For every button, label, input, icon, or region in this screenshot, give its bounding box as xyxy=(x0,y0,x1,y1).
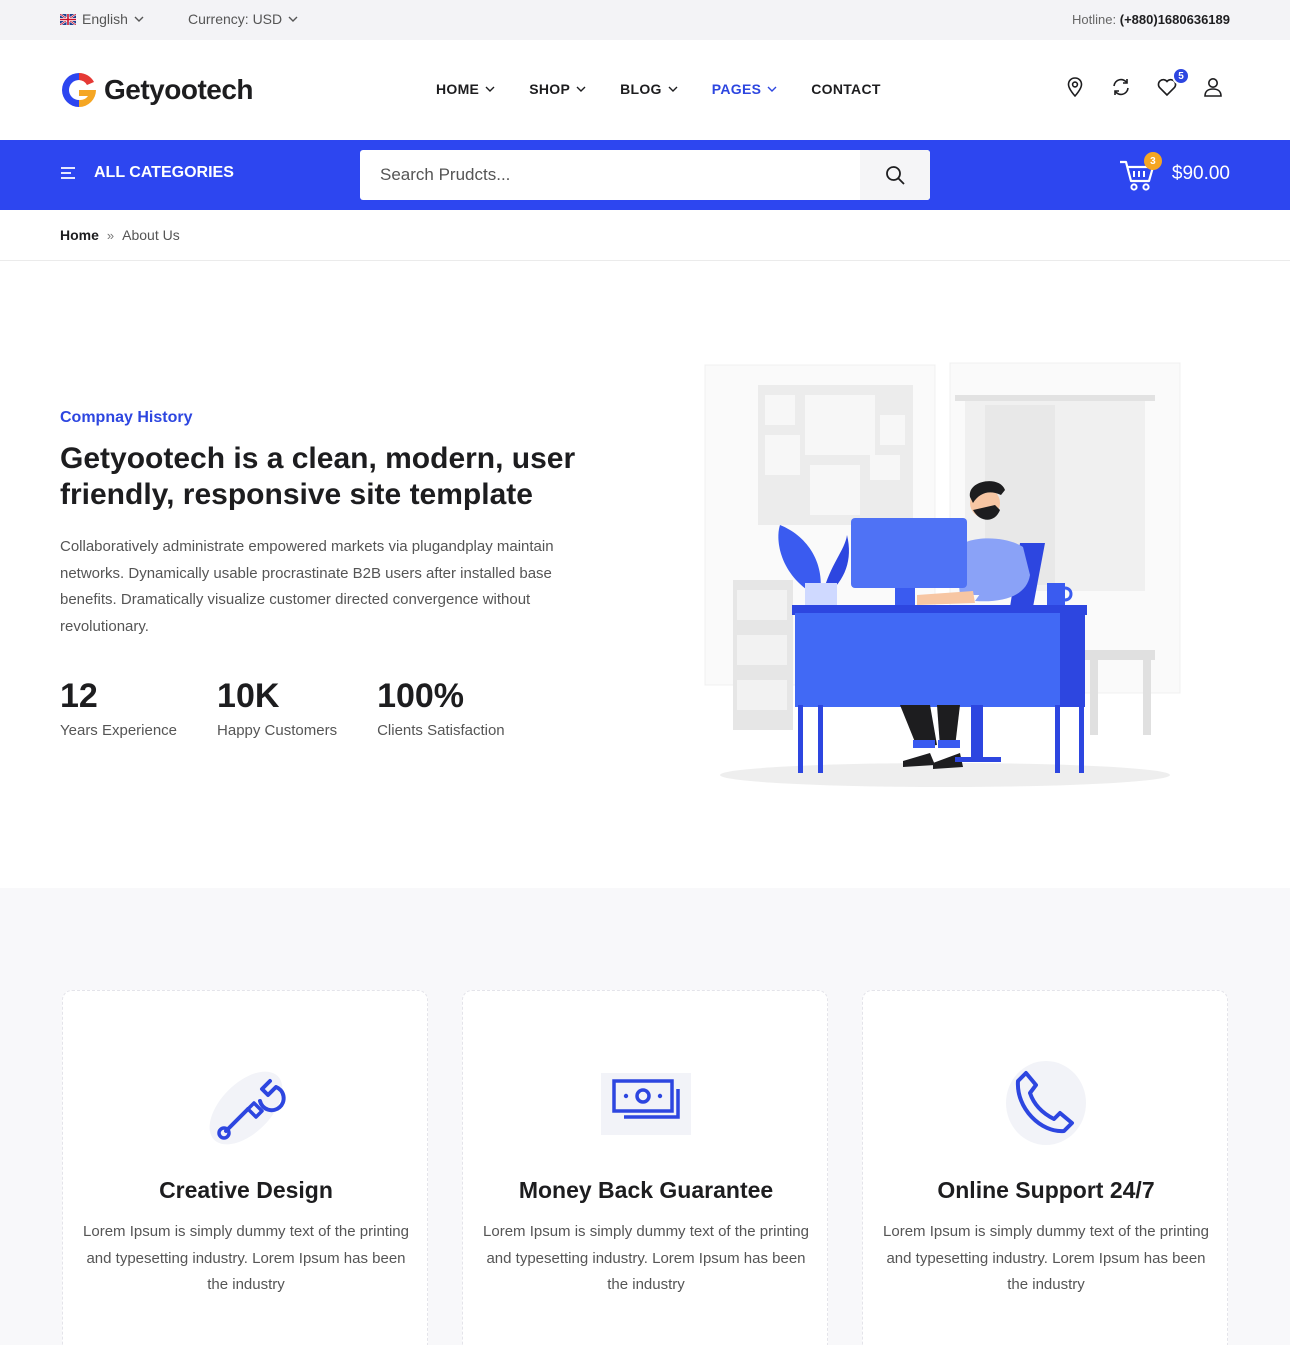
main-header: Getyootech HOME SHOP BLOG PAGES CONTACT xyxy=(0,40,1290,140)
hotline-number[interactable]: (+880)1680636189 xyxy=(1120,12,1230,27)
nav-contact-label: CONTACT xyxy=(811,81,881,97)
all-categories-button[interactable]: ALL CATEGORIES xyxy=(60,164,234,182)
stat-satisfaction: 100% Clients Satisfaction xyxy=(377,676,505,739)
stat-label: Years Experience xyxy=(60,722,178,739)
chevron-down-icon xyxy=(767,86,777,92)
chevron-down-icon xyxy=(134,16,144,22)
breadcrumb-current: About Us xyxy=(122,227,180,243)
nav-home[interactable]: HOME xyxy=(436,81,495,97)
user-icon[interactable] xyxy=(1202,76,1224,98)
search-input[interactable] xyxy=(360,150,860,200)
feature-title: Money Back Guarantee xyxy=(518,1177,774,1203)
cart-total: $90.00 xyxy=(1171,163,1230,184)
office-worker-illustration xyxy=(704,362,1181,787)
hotline-label: Hotline: xyxy=(1072,12,1117,27)
chevron-down-icon xyxy=(288,16,298,22)
chevron-down-icon xyxy=(576,86,586,92)
logo-mark-icon xyxy=(62,73,96,107)
money-icon xyxy=(596,1053,696,1153)
design-tools-icon xyxy=(196,1053,296,1153)
all-categories-label: ALL CATEGORIES xyxy=(94,164,234,181)
nav-home-label: HOME xyxy=(436,81,480,97)
language-label: English xyxy=(82,11,128,27)
nav-contact[interactable]: CONTACT xyxy=(811,81,881,97)
top-bar: English Currency: USD Hotline: (+880)168… xyxy=(0,0,1290,40)
language-selector[interactable]: English xyxy=(60,11,144,27)
search-box xyxy=(360,150,930,200)
main-nav: HOME SHOP BLOG PAGES CONTACT xyxy=(436,81,915,97)
wishlist-icon[interactable]: 5 xyxy=(1156,67,1190,98)
stat-label: Happy Customers xyxy=(217,722,338,739)
currency-selector[interactable]: Currency: USD xyxy=(188,11,298,27)
feature-text: Lorem Ipsum is simply dummy text of the … xyxy=(483,1223,809,1293)
location-icon[interactable] xyxy=(1064,76,1086,98)
compare-icon[interactable] xyxy=(1110,76,1132,98)
search-icon xyxy=(886,166,905,185)
cart-button[interactable]: 3 $90.00 xyxy=(1118,152,1230,194)
feature-card: Online Support 24/7 Lorem Ipsum is simpl… xyxy=(862,990,1228,1345)
section-title: Getyootech is a clean, modern, user frie… xyxy=(60,442,576,511)
nav-blog-label: BLOG xyxy=(620,81,662,97)
stats-row: 12 Years Experience 10K Happy Customers … xyxy=(60,676,545,739)
feature-text: Lorem Ipsum is simply dummy text of the … xyxy=(83,1223,409,1293)
section-kicker: Compnay History xyxy=(60,409,193,426)
cart-count-badge: 3 xyxy=(1143,152,1162,170)
feature-card: Creative Design Lorem Ipsum is simply du… xyxy=(62,990,428,1345)
chevron-down-icon xyxy=(485,86,495,92)
stat-value: 100% xyxy=(377,677,465,715)
logo-text: Getyootech xyxy=(104,74,254,105)
stat-value: 10K xyxy=(217,677,280,715)
search-button[interactable] xyxy=(860,150,930,200)
feature-title: Online Support 24/7 xyxy=(937,1177,1155,1203)
feature-card: Money Back Guarantee Lorem Ipsum is simp… xyxy=(462,990,828,1345)
stat-value: 12 xyxy=(60,677,98,715)
feature-title: Creative Design xyxy=(159,1177,333,1203)
stat-years: 12 Years Experience xyxy=(60,676,177,739)
breadcrumb-separator: » xyxy=(106,227,115,243)
stat-label: Clients Satisfaction xyxy=(377,722,505,739)
nav-shop-label: SHOP xyxy=(529,81,571,97)
nav-shop[interactable]: SHOP xyxy=(529,81,586,97)
breadcrumb-home[interactable]: Home xyxy=(60,227,99,243)
category-bar: ALL CATEGORIES 3 $90.00 xyxy=(0,140,1290,210)
site-logo[interactable]: Getyootech xyxy=(60,71,254,109)
header-icons: 5 xyxy=(1064,67,1224,98)
feature-text: Lorem Ipsum is simply dummy text of the … xyxy=(883,1223,1209,1293)
breadcrumb-divider xyxy=(0,260,1290,261)
stat-customers: 10K Happy Customers xyxy=(217,676,337,739)
chevron-down-icon xyxy=(668,86,678,92)
nav-blog[interactable]: BLOG xyxy=(620,81,678,97)
uk-flag-icon xyxy=(60,13,76,25)
menu-icon xyxy=(61,167,75,179)
cart-icon: 3 xyxy=(1118,152,1162,194)
nav-pages[interactable]: PAGES xyxy=(712,81,777,97)
wishlist-count-badge: 5 xyxy=(1172,67,1190,85)
breadcrumb: Home » About Us xyxy=(60,227,180,243)
phone-icon xyxy=(996,1053,1096,1153)
hotline: Hotline: (+880)1680636189 xyxy=(1072,12,1230,27)
nav-pages-label: PAGES xyxy=(711,81,762,97)
section-description: Collaboratively administrate empowered m… xyxy=(60,538,554,635)
currency-label: Currency: USD xyxy=(188,11,283,27)
